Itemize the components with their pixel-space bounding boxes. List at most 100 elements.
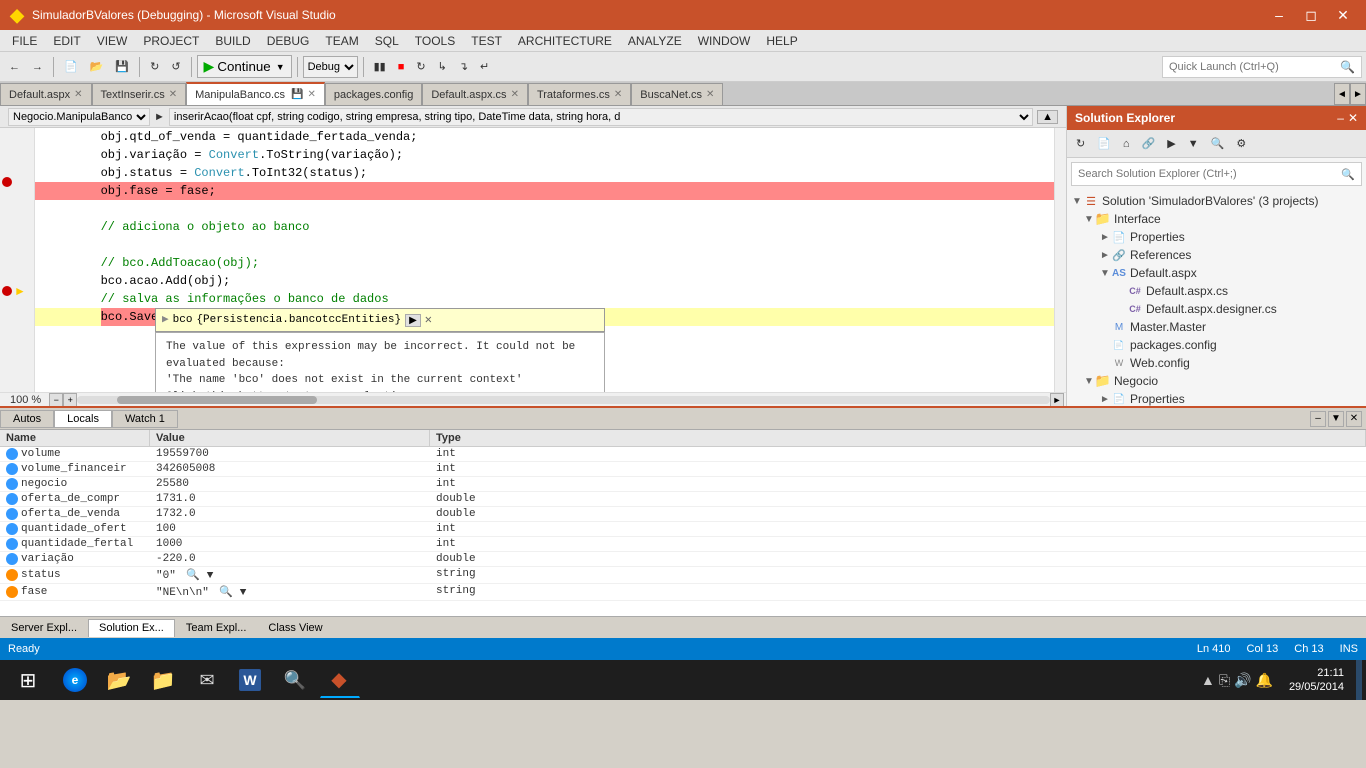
tooltip-close-icon[interactable]: ✕ — [425, 311, 432, 329]
namespace-select[interactable]: Negocio.ManipulaBanco — [8, 108, 150, 126]
status-dropdown-icon[interactable]: ▼ — [207, 570, 214, 582]
quick-launch-input[interactable] — [1169, 61, 1340, 73]
menu-window[interactable]: WINDOW — [690, 32, 759, 50]
default-aspx-toggle[interactable]: ▼ — [1099, 268, 1111, 279]
properties-1-toggle[interactable]: ► — [1099, 232, 1111, 243]
step-over-button[interactable]: ↳ — [433, 57, 452, 76]
refs-1-toggle[interactable]: ► — [1099, 250, 1111, 261]
taskbar-explorer[interactable]: 📂 — [100, 662, 140, 698]
tab-scroll-right[interactable]: ► — [1350, 83, 1366, 105]
minimize-button[interactable]: – — [1264, 0, 1294, 30]
se-toolbar-btn-4[interactable]: 🔗 — [1137, 134, 1161, 153]
tab-textinserir[interactable]: TextInserir.cs ✕ — [92, 83, 187, 105]
panel-close-button[interactable]: ✕ — [1348, 111, 1358, 125]
se-toolbar-btn-8[interactable]: ⚙ — [1231, 134, 1251, 153]
tab-close-manipulabanco[interactable]: ✕ — [307, 89, 315, 100]
quick-launch[interactable]: 🔍 — [1162, 56, 1362, 78]
breakpoint-1[interactable] — [2, 177, 12, 187]
menu-project[interactable]: PROJECT — [135, 32, 207, 50]
solution-root[interactable]: ▼ ☰ Solution 'SimuladorBValores' (3 proj… — [1067, 192, 1366, 210]
taskbar-search[interactable]: 🔍 — [276, 662, 316, 698]
taskbar-mail[interactable]: ✉ — [188, 662, 228, 698]
taskbar-ie[interactable]: e — [56, 662, 96, 698]
menu-analyze[interactable]: ANALYZE — [620, 32, 690, 50]
menu-help[interactable]: HELP — [758, 32, 805, 50]
bottom-tab-server[interactable]: Server Expl... — [0, 619, 88, 637]
se-toolbar-btn-5[interactable]: ▶ — [1162, 134, 1180, 153]
breakpoint-2[interactable] — [2, 286, 12, 296]
tab-scroll-controls[interactable]: ◄ ► — [1334, 83, 1366, 105]
se-toolbar-btn-1[interactable]: ↻ — [1071, 134, 1090, 153]
tab-close-default-aspx-cs[interactable]: ✕ — [511, 89, 519, 100]
tree-default-aspx-cs[interactable]: ► C# Default.aspx.cs — [1067, 282, 1366, 300]
locals-panel-controls[interactable]: ‒ ▼ ✕ — [1310, 411, 1366, 427]
debug-target-select[interactable]: Debug — [303, 56, 358, 78]
se-toolbar-btn-3[interactable]: ⌂ — [1118, 135, 1135, 153]
bottom-tab-team[interactable]: Team Expl... — [175, 619, 258, 637]
tree-default-aspx-designer[interactable]: ► C# Default.aspx.designer.cs — [1067, 300, 1366, 318]
taskbar-folder[interactable]: 📁 — [144, 662, 184, 698]
speaker-icon[interactable]: 🔊 — [1234, 672, 1251, 689]
tree-properties-2[interactable]: ► 📄 Properties — [1067, 390, 1366, 406]
back-button[interactable]: ← — [4, 58, 25, 76]
redo-button[interactable]: ↺ — [166, 57, 185, 76]
menu-file[interactable]: FILE — [4, 32, 45, 50]
menu-tools[interactable]: TOOLS — [407, 32, 463, 50]
network-icon[interactable]: ⎘ — [1219, 672, 1230, 689]
tab-default-aspx[interactable]: Default.aspx ✕ — [0, 83, 92, 105]
method-select[interactable]: inserirAcao(float cpf, string codigo, st… — [169, 108, 1033, 126]
tab-buscanet[interactable]: BuscaNet.cs ✕ — [631, 83, 723, 105]
panel-header-controls[interactable]: ‒ ✕ — [1337, 111, 1358, 125]
vertical-scrollbar[interactable] — [1054, 128, 1066, 392]
locals-dropdown-button[interactable]: ▼ — [1328, 411, 1344, 427]
step-out-button[interactable]: ↵ — [475, 57, 494, 76]
tab-close-textinserir[interactable]: ✕ — [169, 89, 177, 100]
scroll-thumb[interactable] — [117, 396, 317, 404]
fase-dropdown-icon[interactable]: ▼ — [240, 587, 247, 599]
se-toolbar-btn-7[interactable]: 🔍 — [1206, 134, 1230, 153]
horizontal-scrollbar[interactable]: 100 % − + ► — [0, 392, 1066, 406]
stop-button[interactable]: ■ — [393, 58, 410, 76]
title-controls[interactable]: – ◻ ✕ — [1264, 0, 1358, 30]
taskbar-word[interactable]: W — [232, 662, 272, 698]
locals-tab-autos[interactable]: Autos — [0, 410, 54, 428]
solution-search-box[interactable]: 🔍 — [1071, 162, 1362, 186]
locals-pin-button[interactable]: ‒ — [1310, 411, 1326, 427]
tree-web-config[interactable]: ► W Web.config — [1067, 354, 1366, 372]
close-button[interactable]: ✕ — [1328, 0, 1358, 30]
restore-button[interactable]: ◻ — [1296, 0, 1326, 30]
solution-search-input[interactable] — [1078, 168, 1337, 180]
tab-default-aspx-cs[interactable]: Default.aspx.cs ✕ — [422, 83, 528, 105]
locals-tab-watch1[interactable]: Watch 1 — [112, 410, 178, 428]
tab-scroll-left[interactable]: ◄ — [1334, 83, 1350, 105]
tray-icon-1[interactable]: ▲ — [1201, 672, 1215, 688]
tree-references-1[interactable]: ► 🔗 References — [1067, 246, 1366, 264]
solution-toggle[interactable]: ▼ — [1071, 196, 1083, 207]
tab-close-default-aspx[interactable]: ✕ — [74, 89, 82, 100]
tab-close-trataformes[interactable]: ✕ — [614, 89, 622, 100]
step-into-button[interactable]: ↴ — [454, 57, 473, 76]
tooltip-expand-button[interactable]: ▶ — [405, 314, 421, 327]
pause-button[interactable]: ▮▮ — [369, 57, 391, 76]
bottom-tab-class-view[interactable]: Class View — [257, 619, 333, 637]
fase-search-icon[interactable]: 🔍 — [219, 587, 233, 599]
new-button[interactable]: 📄 — [59, 57, 83, 76]
start-button[interactable]: ⊞ — [4, 660, 52, 700]
properties-2-toggle[interactable]: ► — [1099, 394, 1111, 405]
se-toolbar-btn-2[interactable]: 📄 — [1092, 134, 1116, 153]
menu-architecture[interactable]: ARCHITECTURE — [510, 32, 620, 50]
tree-negocio[interactable]: ▼ 📁 Negocio — [1067, 372, 1366, 390]
status-search-icon[interactable]: 🔍 — [186, 570, 200, 582]
se-toolbar-btn-6[interactable]: ▼ — [1183, 135, 1204, 153]
panel-pin-button[interactable]: ‒ — [1337, 111, 1344, 125]
menu-team[interactable]: TEAM — [317, 32, 366, 50]
menu-edit[interactable]: EDIT — [45, 32, 88, 50]
bottom-tab-solution[interactable]: Solution Ex... — [88, 619, 175, 637]
tree-default-aspx[interactable]: ▼ AS Default.aspx — [1067, 264, 1366, 282]
scroll-right-btn[interactable]: ► — [1050, 393, 1064, 407]
open-button[interactable]: 📂 — [85, 57, 109, 76]
tree-packages-1[interactable]: ► 📄 packages.config — [1067, 336, 1366, 354]
tree-interface[interactable]: ▼ 📁 Interface — [1067, 210, 1366, 228]
tab-close-buscanet[interactable]: ✕ — [706, 89, 714, 100]
zoom-minus[interactable]: − — [49, 393, 63, 407]
